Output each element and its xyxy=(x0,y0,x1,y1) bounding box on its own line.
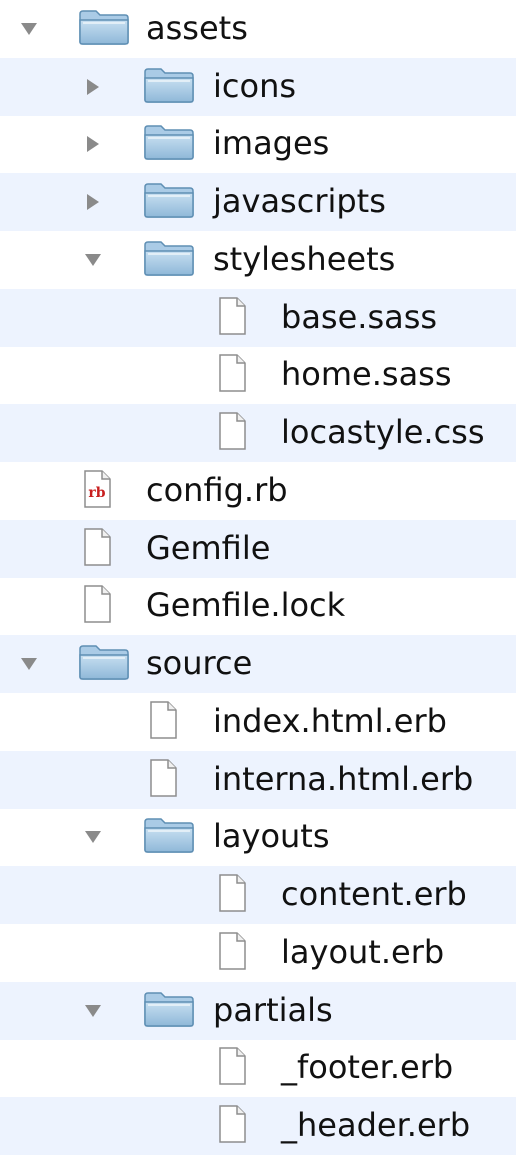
document-icon xyxy=(217,411,247,455)
tree-item-label: assets xyxy=(146,9,248,48)
folder-icon xyxy=(78,643,130,685)
folder-icon xyxy=(78,8,130,50)
tree-row-images[interactable]: images xyxy=(0,116,516,174)
document-icon xyxy=(148,700,178,744)
tree-item-label: home.sass xyxy=(281,355,452,394)
tree-row-footer-erb[interactable]: _footer.erb xyxy=(0,1040,516,1098)
tree-item-label: images xyxy=(213,124,330,163)
svg-text:rb: rb xyxy=(88,485,105,501)
tree-row-content-erb[interactable]: content.erb xyxy=(0,866,516,924)
disclosure-expanded-icon[interactable] xyxy=(84,828,102,846)
tree-item-label: partials xyxy=(213,990,333,1029)
tree-row-layouts[interactable]: layouts xyxy=(0,809,516,867)
tree-row-interna-html-erb[interactable]: interna.html.erb xyxy=(0,750,516,809)
tree-item-label: javascripts xyxy=(213,182,386,221)
tree-item-label: Gemfile.lock xyxy=(146,586,346,625)
tree-item-label: stylesheets xyxy=(213,240,396,279)
ruby-file-icon: rb xyxy=(82,469,112,513)
folder-icon xyxy=(143,66,195,108)
document-icon xyxy=(217,353,247,397)
tree-row-config-rb[interactable]: rb config.rb xyxy=(0,462,516,520)
document-icon xyxy=(82,527,112,571)
tree-row-home-sass[interactable]: home.sass xyxy=(0,347,516,405)
tree-row-assets[interactable]: assets xyxy=(0,0,516,58)
tree-item-label: index.html.erb xyxy=(213,702,447,741)
tree-item-label: config.rb xyxy=(146,471,288,510)
tree-item-label: icons xyxy=(213,66,297,105)
document-icon xyxy=(217,1046,247,1090)
document-icon xyxy=(217,1104,247,1148)
tree-item-label: source xyxy=(146,644,253,683)
tree-item-label: content.erb xyxy=(281,875,467,914)
document-icon xyxy=(217,296,247,340)
file-tree: assets icons images javascripts styleshe… xyxy=(0,0,516,1155)
tree-row-gemfile[interactable]: Gemfile xyxy=(0,519,516,578)
folder-icon xyxy=(143,816,195,858)
disclosure-collapsed-icon[interactable] xyxy=(84,135,102,153)
tree-row-icons[interactable]: icons xyxy=(0,57,516,116)
tree-item-label: interna.html.erb xyxy=(213,759,474,798)
disclosure-expanded-icon[interactable] xyxy=(20,655,38,673)
tree-item-label: layouts xyxy=(213,817,330,856)
tree-row-index-html-erb[interactable]: index.html.erb xyxy=(0,693,516,751)
tree-item-label: locastyle.css xyxy=(281,413,485,452)
tree-row-header-erb[interactable]: _header.erb xyxy=(0,1097,516,1155)
folder-icon xyxy=(143,181,195,223)
disclosure-collapsed-icon[interactable] xyxy=(84,193,102,211)
disclosure-expanded-icon[interactable] xyxy=(84,1002,102,1020)
tree-row-layout-erb[interactable]: layout.erb xyxy=(0,924,516,982)
document-icon xyxy=(148,758,178,802)
document-icon xyxy=(217,873,247,917)
folder-icon xyxy=(143,990,195,1032)
document-icon xyxy=(82,584,112,628)
disclosure-expanded-icon[interactable] xyxy=(20,20,38,38)
tree-item-label: Gemfile xyxy=(146,528,271,567)
tree-row-gemfile-lock[interactable]: Gemfile.lock xyxy=(0,578,516,636)
tree-row-stylesheets[interactable]: stylesheets xyxy=(0,231,516,289)
tree-item-label: _header.erb xyxy=(281,1106,471,1145)
document-icon xyxy=(217,931,247,975)
tree-row-locastyle-css[interactable]: locastyle.css xyxy=(0,404,516,462)
folder-icon xyxy=(143,123,195,165)
disclosure-collapsed-icon[interactable] xyxy=(84,78,102,96)
folder-icon xyxy=(143,239,195,281)
tree-row-partials[interactable]: partials xyxy=(0,981,516,1040)
tree-item-label: layout.erb xyxy=(281,933,445,972)
tree-item-label: base.sass xyxy=(281,297,438,336)
tree-row-source[interactable]: source xyxy=(0,635,516,693)
disclosure-expanded-icon[interactable] xyxy=(84,251,102,269)
tree-row-base-sass[interactable]: base.sass xyxy=(0,288,516,347)
tree-row-javascripts[interactable]: javascripts xyxy=(0,173,516,231)
tree-item-label: _footer.erb xyxy=(281,1048,454,1087)
